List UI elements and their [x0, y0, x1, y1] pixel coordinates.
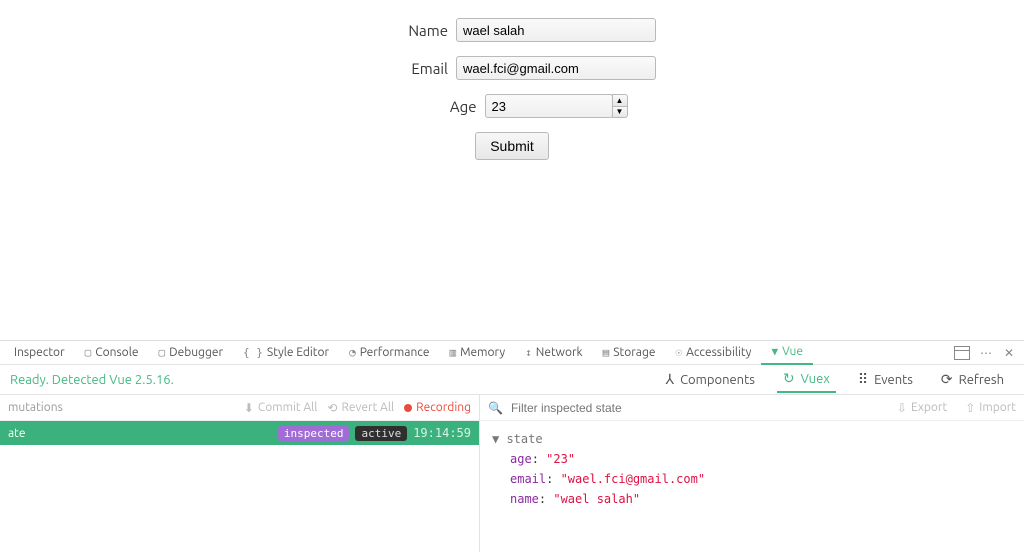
- spin-up-icon[interactable]: ▲: [612, 94, 628, 106]
- devtools-tabbar: Inspector ▢Console ▢Debugger { }Style Ed…: [0, 341, 1024, 365]
- close-icon[interactable]: ✕: [998, 346, 1020, 360]
- tab-memory[interactable]: ▥Memory: [439, 341, 515, 365]
- export-button[interactable]: ⇩Export: [897, 401, 947, 415]
- name-input[interactable]: [456, 18, 656, 42]
- components-icon: ⅄: [666, 371, 675, 388]
- state-email: email: "wael.fci@gmail.com": [492, 469, 1012, 489]
- dock-icon[interactable]: [954, 346, 970, 360]
- mutation-time: 19:14:59: [413, 426, 471, 440]
- tab-accessibility[interactable]: ☉Accessibility: [665, 341, 761, 365]
- revert-all-button[interactable]: ⟲Revert All: [327, 401, 394, 415]
- events-icon: ⠿: [858, 371, 868, 388]
- recording-indicator[interactable]: Recording: [404, 401, 471, 414]
- vue-toolbar: Ready. Detected Vue 2.5.16. ⅄Components …: [0, 365, 1024, 395]
- tab-inspector[interactable]: Inspector: [4, 341, 75, 365]
- age-input[interactable]: [485, 94, 613, 118]
- tab-style-editor[interactable]: { }Style Editor: [233, 341, 339, 365]
- inspected-badge: inspected: [278, 426, 350, 441]
- state-name: name: "wael salah": [492, 489, 1012, 509]
- email-input[interactable]: [456, 56, 656, 80]
- state-toggle[interactable]: ▼ state: [492, 429, 1012, 449]
- vue-icon: ▼: [771, 345, 778, 358]
- import-icon: ⇧: [965, 401, 975, 415]
- filter-state-input[interactable]: [511, 401, 879, 415]
- age-spinner: ▲ ▼: [612, 94, 628, 118]
- performance-icon: ◔: [349, 346, 356, 359]
- active-badge: active: [355, 426, 407, 441]
- vuex-icon: ↻: [783, 370, 795, 387]
- example-form: Name Email Age ▲ ▼ Submit: [0, 0, 1024, 160]
- accessibility-icon: ☉: [675, 346, 682, 359]
- tab-debugger[interactable]: ▢Debugger: [148, 341, 233, 365]
- devtools-panel: Inspector ▢Console ▢Debugger { }Style Ed…: [0, 340, 1024, 552]
- spin-down-icon[interactable]: ▼: [612, 106, 628, 118]
- record-icon: [404, 404, 412, 412]
- submit-button[interactable]: Submit: [475, 132, 549, 160]
- vue-tab-components[interactable]: ⅄Components: [660, 367, 761, 392]
- search-icon: 🔍: [488, 401, 503, 415]
- tab-network[interactable]: ↕Network: [515, 341, 592, 365]
- download-icon: ⬇: [244, 401, 254, 415]
- email-label: Email: [368, 60, 448, 77]
- revert-icon: ⟲: [327, 401, 337, 415]
- network-icon: ↕: [525, 346, 532, 359]
- tab-vue[interactable]: ▼Vue: [761, 341, 813, 365]
- tab-console[interactable]: ▢Console: [75, 341, 149, 365]
- console-icon: ▢: [85, 346, 92, 359]
- debugger-icon: ▢: [158, 346, 165, 359]
- more-icon[interactable]: ⋯: [974, 346, 998, 360]
- name-label: Name: [368, 22, 448, 39]
- export-icon: ⇩: [897, 401, 907, 415]
- vue-refresh[interactable]: ⟳Refresh: [935, 367, 1010, 392]
- memory-icon: ▥: [449, 346, 456, 359]
- refresh-icon: ⟳: [941, 371, 953, 388]
- mutations-pane: mutations ⬇Commit All ⟲Revert All Record…: [0, 395, 480, 552]
- vue-tab-vuex[interactable]: ↻Vuex: [777, 366, 836, 393]
- commit-all-button[interactable]: ⬇Commit All: [244, 401, 318, 415]
- style-editor-icon: { }: [243, 346, 263, 359]
- storage-icon: ▤: [603, 346, 610, 359]
- state-age: age: "23": [492, 449, 1012, 469]
- state-pane: 🔍 ⇩Export ⇧Import ▼ state age: "23" emai…: [480, 395, 1024, 552]
- tab-performance[interactable]: ◔Performance: [339, 341, 439, 365]
- tab-storage[interactable]: ▤Storage: [593, 341, 666, 365]
- import-button[interactable]: ⇧Import: [965, 401, 1016, 415]
- mutation-name: ate: [8, 427, 25, 440]
- vue-status: Ready. Detected Vue 2.5.16.: [0, 373, 184, 387]
- age-label: Age: [397, 98, 477, 115]
- vue-tab-events[interactable]: ⠿Events: [852, 367, 919, 392]
- mutation-row[interactable]: ate inspected active 19:14:59: [0, 421, 479, 445]
- mutations-header: mutations: [8, 401, 63, 414]
